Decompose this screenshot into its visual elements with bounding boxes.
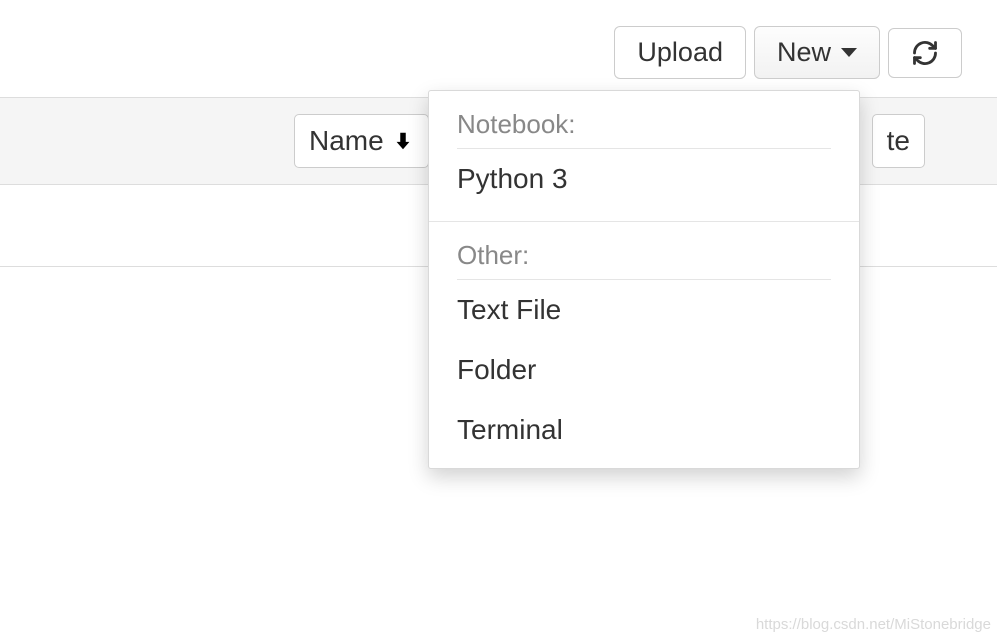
- dropdown-item-terminal[interactable]: Terminal: [429, 400, 859, 460]
- dropdown-item-textfile[interactable]: Text File: [429, 280, 859, 340]
- dropdown-item-folder[interactable]: Folder: [429, 340, 859, 400]
- new-button-label: New: [777, 37, 831, 68]
- new-button[interactable]: New: [754, 26, 880, 79]
- upload-button[interactable]: Upload: [614, 26, 746, 79]
- toolbar: Upload New: [0, 0, 997, 79]
- sort-by-name-button[interactable]: Name: [294, 114, 429, 168]
- right-fragment-text: te: [887, 125, 910, 156]
- sort-label: Name: [309, 125, 384, 157]
- upload-button-label: Upload: [637, 37, 723, 68]
- arrow-down-icon: [392, 129, 414, 153]
- refresh-icon: [911, 39, 939, 67]
- right-header-fragment[interactable]: te: [872, 114, 925, 168]
- dropdown-header-notebook: Notebook:: [457, 105, 831, 149]
- dropdown-section-other: Other:: [429, 222, 859, 280]
- dropdown-item-python3[interactable]: Python 3: [429, 149, 859, 209]
- watermark: https://blog.csdn.net/MiStonebridge: [756, 616, 991, 633]
- dropdown-header-other: Other:: [457, 236, 831, 280]
- refresh-button[interactable]: [888, 28, 962, 78]
- caret-down-icon: [841, 48, 857, 57]
- dropdown-section-notebook: Notebook:: [429, 91, 859, 149]
- new-dropdown-menu: Notebook: Python 3 Other: Text File Fold…: [428, 90, 860, 469]
